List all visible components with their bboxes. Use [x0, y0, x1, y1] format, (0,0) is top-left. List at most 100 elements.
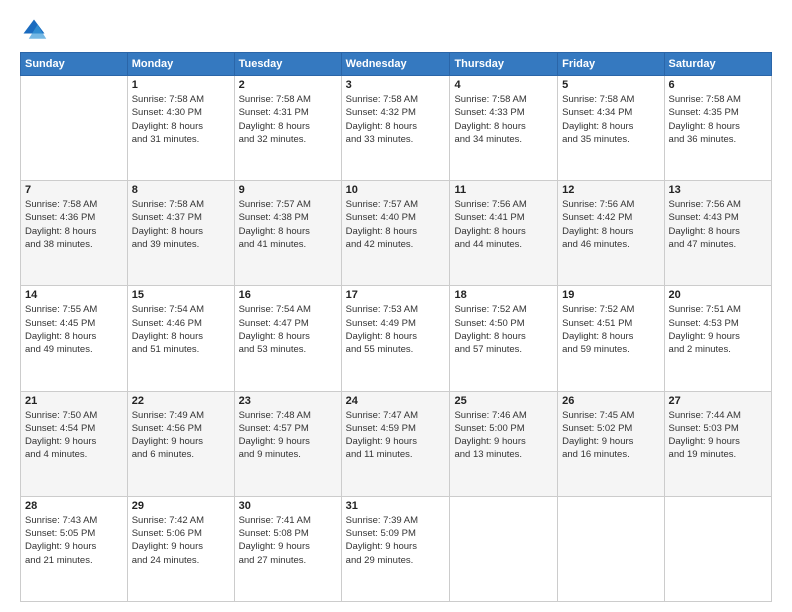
- logo-icon: [20, 16, 48, 44]
- day-number: 11: [454, 184, 553, 196]
- day-number: 19: [562, 289, 659, 301]
- day-number: 22: [132, 395, 230, 407]
- day-info: Sunrise: 7:46 AMSunset: 5:00 PMDaylight:…: [454, 409, 553, 462]
- day-info: Sunrise: 7:58 AMSunset: 4:33 PMDaylight:…: [454, 93, 553, 146]
- day-info: Sunrise: 7:56 AMSunset: 4:43 PMDaylight:…: [669, 198, 767, 251]
- calendar-col-header: Wednesday: [341, 53, 450, 76]
- day-number: 6: [669, 79, 767, 91]
- calendar-day-cell: 31 Sunrise: 7:39 AMSunset: 5:09 PMDayligh…: [341, 496, 450, 601]
- day-number: 16: [239, 289, 337, 301]
- day-info: Sunrise: 7:45 AMSunset: 5:02 PMDaylight:…: [562, 409, 659, 462]
- day-info: Sunrise: 7:58 AMSunset: 4:37 PMDaylight:…: [132, 198, 230, 251]
- day-number: 27: [669, 395, 767, 407]
- calendar-col-header: Sunday: [21, 53, 128, 76]
- day-info: Sunrise: 7:39 AMSunset: 5:09 PMDaylight:…: [346, 514, 446, 567]
- day-info: Sunrise: 7:58 AMSunset: 4:32 PMDaylight:…: [346, 93, 446, 146]
- calendar-day-cell: 24Sunrise: 7:47 AMSunset: 4:59 PMDayligh…: [341, 391, 450, 496]
- day-number: 18: [454, 289, 553, 301]
- calendar-day-cell: 20 Sunrise: 7:51 AMSunset: 4:53 PMDayligh…: [664, 286, 771, 391]
- day-info: Sunrise: 7:58 AMSunset: 4:30 PMDaylight:…: [132, 93, 230, 146]
- day-number: 26: [562, 395, 659, 407]
- calendar-day-cell: 13 Sunrise: 7:56 AMSunset: 4:43 PMDayligh…: [664, 181, 771, 286]
- calendar-day-cell: 11 Sunrise: 7:56 AMSunset: 4:41 PMDayligh…: [450, 181, 558, 286]
- day-info: Sunrise: 7:48 AMSunset: 4:57 PMDaylight:…: [239, 409, 337, 462]
- day-info: Sunrise: 7:47 AMSunset: 4:59 PMDaylight:…: [346, 409, 446, 462]
- calendar-day-cell: 23 Sunrise: 7:48 AMSunset: 4:57 PMDayligh…: [234, 391, 341, 496]
- day-number: 2: [239, 79, 337, 91]
- calendar-day-cell: 18 Sunrise: 7:52 AMSunset: 4:50 PMDayligh…: [450, 286, 558, 391]
- calendar-day-cell: 22 Sunrise: 7:49 AMSunset: 4:56 PMDayligh…: [127, 391, 234, 496]
- calendar-day-cell: 27 Sunrise: 7:44 AMSunset: 5:03 PMDayligh…: [664, 391, 771, 496]
- day-number: 23: [239, 395, 337, 407]
- day-info: Sunrise: 7:54 AMSunset: 4:47 PMDaylight:…: [239, 303, 337, 356]
- day-number: 25: [454, 395, 553, 407]
- day-number: 4: [454, 79, 553, 91]
- day-number: 17: [346, 289, 446, 301]
- day-info: Sunrise: 7:55 AMSunset: 4:45 PMDaylight:…: [25, 303, 123, 356]
- calendar-day-cell: [21, 76, 128, 181]
- day-info: Sunrise: 7:51 AMSunset: 4:53 PMDaylight:…: [669, 303, 767, 356]
- day-number: 10: [346, 184, 446, 196]
- calendar-day-cell: 1Sunrise: 7:58 AMSunset: 4:30 PMDaylight…: [127, 76, 234, 181]
- day-number: 28: [25, 500, 123, 512]
- day-number: 9: [239, 184, 337, 196]
- day-info: Sunrise: 7:58 AMSunset: 4:31 PMDaylight:…: [239, 93, 337, 146]
- header: [20, 16, 772, 44]
- day-number: 5: [562, 79, 659, 91]
- calendar-week-row: 7 Sunrise: 7:58 AMSunset: 4:36 PMDaylight…: [21, 181, 772, 286]
- calendar-col-header: Friday: [558, 53, 664, 76]
- day-info: Sunrise: 7:41 AMSunset: 5:08 PMDaylight:…: [239, 514, 337, 567]
- day-number: 12: [562, 184, 659, 196]
- calendar-col-header: Monday: [127, 53, 234, 76]
- day-number: 13: [669, 184, 767, 196]
- day-number: 3: [346, 79, 446, 91]
- calendar-table: SundayMondayTuesdayWednesdayThursdayFrid…: [20, 52, 772, 602]
- calendar-day-cell: 4 Sunrise: 7:58 AMSunset: 4:33 PMDaylight…: [450, 76, 558, 181]
- day-number: 20: [669, 289, 767, 301]
- calendar-week-row: 28 Sunrise: 7:43 AMSunset: 5:05 PMDayligh…: [21, 496, 772, 601]
- calendar-day-cell: [558, 496, 664, 601]
- calendar-day-cell: 8Sunrise: 7:58 AMSunset: 4:37 PMDaylight…: [127, 181, 234, 286]
- calendar-day-cell: 5 Sunrise: 7:58 AMSunset: 4:34 PMDaylight…: [558, 76, 664, 181]
- calendar-day-cell: 10 Sunrise: 7:57 AMSunset: 4:40 PMDayligh…: [341, 181, 450, 286]
- calendar-day-cell: 3 Sunrise: 7:58 AMSunset: 4:32 PMDaylight…: [341, 76, 450, 181]
- day-info: Sunrise: 7:57 AMSunset: 4:40 PMDaylight:…: [346, 198, 446, 251]
- calendar-header-row: SundayMondayTuesdayWednesdayThursdayFrid…: [21, 53, 772, 76]
- calendar-col-header: Thursday: [450, 53, 558, 76]
- calendar-day-cell: 12Sunrise: 7:56 AMSunset: 4:42 PMDayligh…: [558, 181, 664, 286]
- calendar-day-cell: 16 Sunrise: 7:54 AMSunset: 4:47 PMDayligh…: [234, 286, 341, 391]
- day-info: Sunrise: 7:56 AMSunset: 4:41 PMDaylight:…: [454, 198, 553, 251]
- calendar-day-cell: 28 Sunrise: 7:43 AMSunset: 5:05 PMDayligh…: [21, 496, 128, 601]
- day-info: Sunrise: 7:52 AMSunset: 4:50 PMDaylight:…: [454, 303, 553, 356]
- calendar-day-cell: 2 Sunrise: 7:58 AMSunset: 4:31 PMDaylight…: [234, 76, 341, 181]
- day-info: Sunrise: 7:44 AMSunset: 5:03 PMDaylight:…: [669, 409, 767, 462]
- day-info: Sunrise: 7:58 AMSunset: 4:35 PMDaylight:…: [669, 93, 767, 146]
- calendar-day-cell: [450, 496, 558, 601]
- calendar-day-cell: 6 Sunrise: 7:58 AMSunset: 4:35 PMDaylight…: [664, 76, 771, 181]
- calendar-col-header: Saturday: [664, 53, 771, 76]
- day-number: 7: [25, 184, 123, 196]
- calendar-day-cell: 15Sunrise: 7:54 AMSunset: 4:46 PMDayligh…: [127, 286, 234, 391]
- calendar-week-row: 21Sunrise: 7:50 AMSunset: 4:54 PMDayligh…: [21, 391, 772, 496]
- calendar-day-cell: 29Sunrise: 7:42 AMSunset: 5:06 PMDayligh…: [127, 496, 234, 601]
- calendar-day-cell: [664, 496, 771, 601]
- day-number: 30: [239, 500, 337, 512]
- day-info: Sunrise: 7:58 AMSunset: 4:36 PMDaylight:…: [25, 198, 123, 251]
- day-number: 29: [132, 500, 230, 512]
- day-info: Sunrise: 7:57 AMSunset: 4:38 PMDaylight:…: [239, 198, 337, 251]
- day-info: Sunrise: 7:53 AMSunset: 4:49 PMDaylight:…: [346, 303, 446, 356]
- day-number: 15: [132, 289, 230, 301]
- calendar-day-cell: 9 Sunrise: 7:57 AMSunset: 4:38 PMDaylight…: [234, 181, 341, 286]
- day-info: Sunrise: 7:58 AMSunset: 4:34 PMDaylight:…: [562, 93, 659, 146]
- day-info: Sunrise: 7:52 AMSunset: 4:51 PMDaylight:…: [562, 303, 659, 356]
- calendar-day-cell: 25 Sunrise: 7:46 AMSunset: 5:00 PMDayligh…: [450, 391, 558, 496]
- calendar-day-cell: 21Sunrise: 7:50 AMSunset: 4:54 PMDayligh…: [21, 391, 128, 496]
- day-number: 31: [346, 500, 446, 512]
- day-info: Sunrise: 7:49 AMSunset: 4:56 PMDaylight:…: [132, 409, 230, 462]
- day-info: Sunrise: 7:43 AMSunset: 5:05 PMDaylight:…: [25, 514, 123, 567]
- day-number: 14: [25, 289, 123, 301]
- logo: [20, 16, 52, 44]
- calendar-day-cell: 26 Sunrise: 7:45 AMSunset: 5:02 PMDayligh…: [558, 391, 664, 496]
- day-info: Sunrise: 7:50 AMSunset: 4:54 PMDaylight:…: [25, 409, 123, 462]
- calendar-day-cell: 7 Sunrise: 7:58 AMSunset: 4:36 PMDaylight…: [21, 181, 128, 286]
